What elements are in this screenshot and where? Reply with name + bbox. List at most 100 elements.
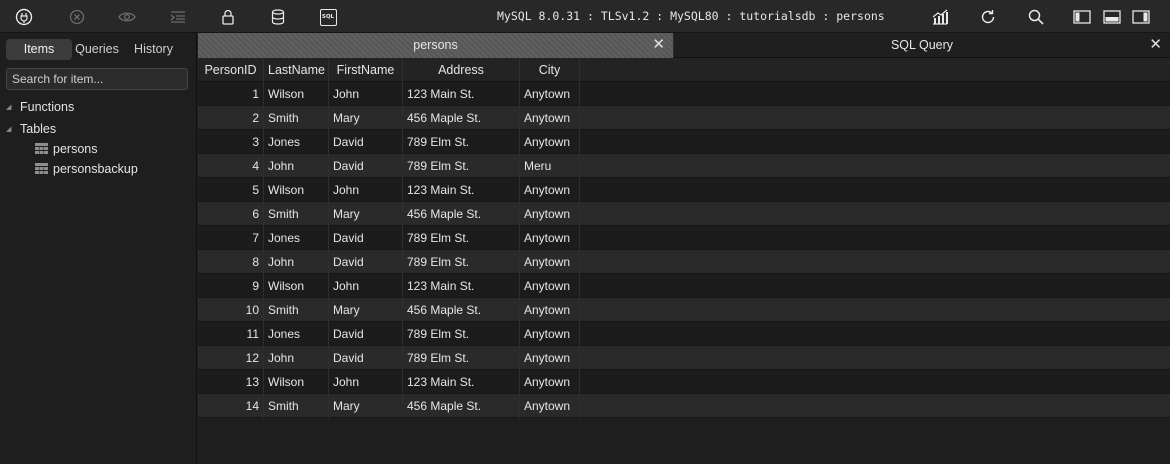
table-cell[interactable]: Anytown [520, 346, 580, 370]
search-input[interactable] [6, 68, 188, 90]
table-cell[interactable]: 12 [198, 346, 264, 370]
table-row[interactable]: 6 Smith Mary 456 Maple St. Anytown [198, 202, 1170, 226]
table-cell[interactable]: 11 [198, 322, 264, 346]
left-panel-icon[interactable] [1071, 6, 1093, 28]
table-cell[interactable]: Jones [264, 322, 329, 346]
table-cell[interactable]: David [329, 250, 403, 274]
table-cell[interactable]: 789 Elm St. [403, 154, 520, 178]
table-cell[interactable]: Anytown [520, 202, 580, 226]
table-cell[interactable]: 123 Main St. [403, 82, 520, 106]
bottom-panel-icon[interactable] [1101, 6, 1123, 28]
table-item-persons[interactable]: persons [35, 140, 97, 158]
table-cell[interactable]: John [329, 178, 403, 202]
indent-icon[interactable] [167, 6, 189, 28]
disclosure-triangle-icon[interactable]: ◢ [6, 103, 14, 111]
table-cell[interactable]: Anytown [520, 370, 580, 394]
table-cell[interactable]: 4 [198, 154, 264, 178]
sidebar-tab-history[interactable]: History [122, 39, 185, 60]
table-cell[interactable]: 789 Elm St. [403, 322, 520, 346]
table-cell[interactable]: 789 Elm St. [403, 130, 520, 154]
sidebar-tab-items[interactable]: Items [6, 39, 72, 60]
table-cell[interactable]: Anytown [520, 394, 580, 418]
table-cell[interactable]: 456 Maple St. [403, 106, 520, 130]
eye-icon[interactable] [116, 6, 138, 28]
table-cell[interactable]: Mary [329, 106, 403, 130]
table-cell[interactable]: David [329, 322, 403, 346]
table-cell[interactable]: 14 [198, 394, 264, 418]
table-cell[interactable]: 8 [198, 250, 264, 274]
table-cell[interactable]: 456 Maple St. [403, 202, 520, 226]
table-cell[interactable]: David [329, 346, 403, 370]
stop-icon[interactable] [66, 6, 88, 28]
table-cell[interactable]: Mary [329, 298, 403, 322]
database-icon[interactable] [267, 6, 289, 28]
table-cell[interactable]: Anytown [520, 274, 580, 298]
table-cell[interactable]: Jones [264, 130, 329, 154]
table-cell[interactable]: Anytown [520, 130, 580, 154]
table-cell[interactable]: John [329, 274, 403, 298]
table-row[interactable]: 9 Wilson John 123 Main St. Anytown [198, 274, 1170, 298]
table-cell[interactable]: 789 Elm St. [403, 226, 520, 250]
table-cell[interactable]: John [264, 250, 329, 274]
table-cell[interactable]: Mary [329, 394, 403, 418]
table-cell[interactable]: Smith [264, 394, 329, 418]
close-icon[interactable]: ✕ [1149, 33, 1162, 57]
tab-persons[interactable]: persons ✕ [198, 33, 674, 58]
table-row[interactable]: 2 Smith Mary 456 Maple St. Anytown [198, 106, 1170, 130]
table-row[interactable]: 5 Wilson John 123 Main St. Anytown [198, 178, 1170, 202]
table-cell[interactable]: Smith [264, 202, 329, 226]
table-cell[interactable]: 789 Elm St. [403, 250, 520, 274]
table-cell[interactable]: Smith [264, 298, 329, 322]
table-cell[interactable]: 789 Elm St. [403, 346, 520, 370]
table-cell[interactable]: Anytown [520, 250, 580, 274]
table-cell[interactable]: 13 [198, 370, 264, 394]
table-cell[interactable]: Wilson [264, 178, 329, 202]
table-row[interactable]: 3 Jones David 789 Elm St. Anytown [198, 130, 1170, 154]
table-cell[interactable]: Wilson [264, 82, 329, 106]
tab-sql-query[interactable]: SQL Query ✕ [674, 33, 1170, 58]
table-cell[interactable]: Jones [264, 226, 329, 250]
table-cell[interactable]: Anytown [520, 298, 580, 322]
table-cell[interactable]: Anytown [520, 226, 580, 250]
table-cell[interactable]: John [264, 154, 329, 178]
table-row[interactable]: 11 Jones David 789 Elm St. Anytown [198, 322, 1170, 346]
table-cell[interactable]: Mary [329, 202, 403, 226]
table-cell[interactable]: John [264, 346, 329, 370]
table-cell[interactable]: 6 [198, 202, 264, 226]
column-header[interactable]: PersonID [198, 58, 264, 82]
table-item-personsbackup[interactable]: personsbackup [35, 160, 138, 178]
refresh-icon[interactable] [977, 6, 999, 28]
column-header[interactable]: Address [403, 58, 520, 82]
table-cell[interactable]: 123 Main St. [403, 178, 520, 202]
column-header[interactable]: City [520, 58, 580, 82]
table-cell[interactable]: Anytown [520, 178, 580, 202]
table-cell[interactable]: 123 Main St. [403, 370, 520, 394]
table-cell[interactable]: Anytown [520, 82, 580, 106]
table-cell[interactable]: 10 [198, 298, 264, 322]
table-row[interactable]: 13 Wilson John 123 Main St. Anytown [198, 370, 1170, 394]
table-cell[interactable]: Smith [264, 106, 329, 130]
table-cell[interactable]: Meru [520, 154, 580, 178]
table-cell[interactable]: 9 [198, 274, 264, 298]
table-row[interactable]: 10 Smith Mary 456 Maple St. Anytown [198, 298, 1170, 322]
table-cell[interactable]: 456 Maple St. [403, 298, 520, 322]
column-header[interactable]: FirstName [329, 58, 403, 82]
table-cell[interactable]: 7 [198, 226, 264, 250]
table-cell[interactable]: David [329, 130, 403, 154]
table-cell[interactable]: Wilson [264, 274, 329, 298]
table-cell[interactable]: Wilson [264, 370, 329, 394]
table-cell[interactable]: 123 Main St. [403, 274, 520, 298]
close-icon[interactable]: ✕ [652, 33, 665, 57]
column-header[interactable]: LastName [264, 58, 329, 82]
table-cell[interactable]: John [329, 370, 403, 394]
sql-icon[interactable]: SQL [317, 6, 339, 28]
chart-icon[interactable] [929, 6, 951, 28]
disclosure-triangle-icon[interactable]: ◢ [6, 125, 14, 133]
tree-group-tables[interactable]: ◢ Tables [6, 120, 56, 138]
table-row[interactable]: 1 Wilson John 123 Main St. Anytown [198, 82, 1170, 106]
plug-icon[interactable] [13, 6, 35, 28]
table-cell[interactable]: 3 [198, 130, 264, 154]
table-cell[interactable]: Anytown [520, 322, 580, 346]
sidebar-tab-queries[interactable]: Queries [72, 39, 122, 60]
right-panel-icon[interactable] [1130, 6, 1152, 28]
